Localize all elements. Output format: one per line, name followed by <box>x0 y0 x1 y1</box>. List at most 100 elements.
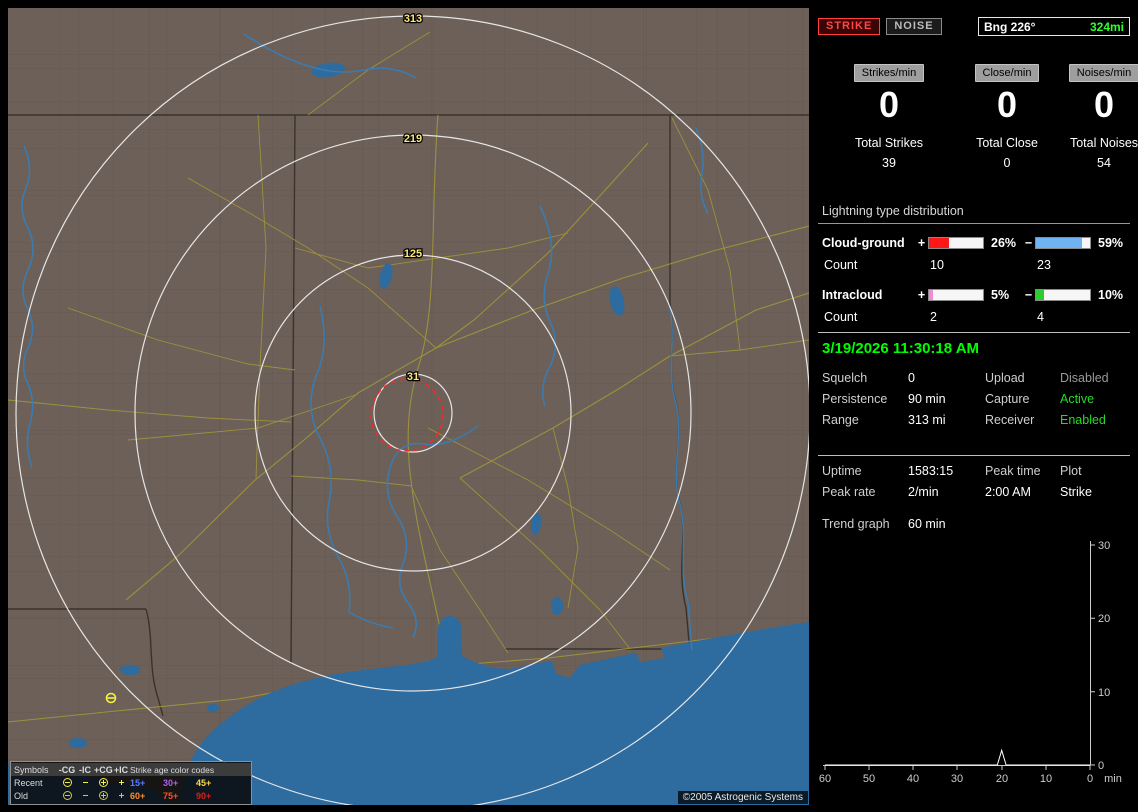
cg-plus-percent: 26% <box>991 236 1017 250</box>
cloud-ground-row: Cloud-ground + 26% − 59% <box>818 232 1130 254</box>
cg-minus-bar <box>1035 237 1091 249</box>
close-per-min-value: 0 <box>996 84 1018 125</box>
peak-rate-label: Peak rate <box>822 485 876 499</box>
cloud-ground-count-row: Count 10 23 <box>818 254 1130 276</box>
bearing-distance-readout: Bng 226° 324mi <box>978 17 1130 36</box>
legend-col-neg-ic: -IC <box>79 764 91 775</box>
pos-cg-icon <box>98 777 109 788</box>
pos-cg-icon <box>98 790 109 801</box>
legend-age-title: Strike age color codes <box>130 764 215 775</box>
legend-col-pos-cg: +CG <box>94 764 113 775</box>
total-strikes-value: 39 <box>882 156 896 170</box>
y-tick-0: 0 <box>1098 760 1104 772</box>
plot-type-value: Strike <box>1060 485 1092 499</box>
neg-ic-icon <box>80 777 91 788</box>
upload-label: Upload <box>985 371 1025 385</box>
panel-divider <box>818 332 1130 333</box>
legend-header: Symbols -CG -IC +CG +IC Strike age color… <box>11 763 251 776</box>
x-tick-0: 0 <box>1087 773 1093 785</box>
trend-window-value: 60 min <box>908 517 946 531</box>
peak-rate-value: 2/min <box>908 485 939 499</box>
upload-status: Disabled <box>1060 371 1109 385</box>
peak-time-label: Peak time <box>985 464 1041 478</box>
panel-divider <box>818 455 1130 456</box>
trend-graph-canvas: 30 20 10 0 60 50 40 30 20 10 0 min <box>819 540 1122 785</box>
legend-title: Symbols <box>14 764 49 775</box>
x-tick-40: 40 <box>907 773 919 785</box>
y-tick-20: 20 <box>1098 613 1110 625</box>
cg-minus-count: 23 <box>1037 258 1051 272</box>
ring-label-219: 219 <box>404 133 422 145</box>
rate-column-strikes: Strikes/min 0 Total Strikes 39 <box>830 64 948 170</box>
current-timestamp: 3/19/2026 11:30:18 AM <box>822 340 980 357</box>
receiver-label: Receiver <box>985 413 1035 427</box>
trend-graph-header: Trend graph 60 min <box>818 517 1130 531</box>
x-tick-60: 60 <box>819 773 831 785</box>
y-tick-10: 10 <box>1098 687 1110 699</box>
receiver-status: Enabled <box>1060 413 1106 427</box>
range-label: Range <box>822 413 859 427</box>
neg-ic-icon <box>80 790 91 801</box>
age-45: 45+ <box>196 777 212 788</box>
rates-panel: Strikes/min 0 Total Strikes 39 Close/min… <box>830 64 1138 170</box>
cg-plus-bar <box>928 237 984 249</box>
toolbar: STRIKE NOISE Bng 226° 324mi <box>818 17 1130 36</box>
cloud-ground-label: Cloud-ground <box>822 236 905 250</box>
ring-label-125: 125 <box>404 248 422 260</box>
settings-grid: Squelch 0 Upload Disabled Persistence 90… <box>818 371 1130 427</box>
noise-toggle-button[interactable]: NOISE <box>886 18 942 35</box>
x-tick-10: 10 <box>1040 773 1052 785</box>
intracloud-row: Intracloud + 5% − 10% <box>818 284 1130 306</box>
legend-col-pos-ic: +IC <box>113 764 129 775</box>
strike-legend: Symbols -CG -IC +CG +IC Strike age color… <box>10 761 252 805</box>
stats-panel: Uptime 1583:15 Peak time Plot Peak rate … <box>818 464 1130 499</box>
cg-plus-count: 10 <box>930 258 944 272</box>
count-label: Count <box>824 310 858 324</box>
pos-ic-icon <box>116 790 127 801</box>
range-value: 313 mi <box>908 413 946 427</box>
squelch-value: 0 <box>908 371 915 385</box>
copyright-notice: ©2005 Astrogenic Systems <box>677 791 808 804</box>
ring-label-313: 313 <box>404 13 422 25</box>
lightning-map[interactable]: 313 219 125 31 Symbols -CG -IC +CG +IC S… <box>8 8 809 805</box>
legend-row-recent: Recent 15+ 30+ 45+ <box>14 776 248 789</box>
neg-cg-icon <box>62 790 73 801</box>
plus-sign: + <box>917 288 926 302</box>
total-noises-value: 54 <box>1097 156 1111 170</box>
total-noises-label: Total Noises <box>1069 136 1138 150</box>
x-tick-50: 50 <box>863 773 875 785</box>
minus-sign: − <box>1024 236 1033 250</box>
strikes-per-min-value: 0 <box>878 84 900 125</box>
trend-axes <box>823 541 1095 770</box>
noises-per-min-label: Noises/min <box>1068 64 1138 82</box>
map-canvas: 313 219 125 31 <box>8 8 809 805</box>
capture-label: Capture <box>985 392 1030 406</box>
plus-sign: + <box>917 236 926 250</box>
capture-status: Active <box>1060 392 1095 406</box>
uptime-label: Uptime <box>822 464 862 478</box>
ic-plus-percent: 5% <box>991 288 1010 302</box>
sidebar: STRIKE NOISE Bng 226° 324mi Strikes/min … <box>818 8 1138 805</box>
strike-toggle-button[interactable]: STRIKE <box>818 18 881 35</box>
squelch-label: Squelch <box>822 371 868 385</box>
age-15: 15+ <box>130 777 146 788</box>
persistence-label: Persistence <box>822 392 888 406</box>
neg-cg-icon <box>62 777 73 788</box>
count-label: Count <box>824 258 858 272</box>
ic-plus-count: 2 <box>930 310 937 324</box>
x-axis-unit: min <box>1104 773 1122 785</box>
ic-plus-bar <box>928 289 984 301</box>
stats-grid: Uptime 1583:15 Peak time Plot Peak rate … <box>818 464 1130 499</box>
ic-minus-count: 4 <box>1037 310 1044 324</box>
rate-column-noises: Noises/min 0 Total Noises 54 <box>1066 64 1138 170</box>
minus-sign: − <box>1024 288 1033 302</box>
trend-series <box>825 748 1090 766</box>
bearing-value: Bng 226° <box>984 19 1036 34</box>
rate-column-close: Close/min 0 Total Close 0 <box>948 64 1066 170</box>
age-90: 90+ <box>196 790 212 801</box>
plot-label: Plot <box>1060 464 1082 478</box>
age-30: 30+ <box>163 777 179 788</box>
uptime-value: 1583:15 <box>908 464 954 478</box>
total-close-label: Total Close <box>976 136 1038 150</box>
noises-per-min-value: 0 <box>1093 84 1115 125</box>
